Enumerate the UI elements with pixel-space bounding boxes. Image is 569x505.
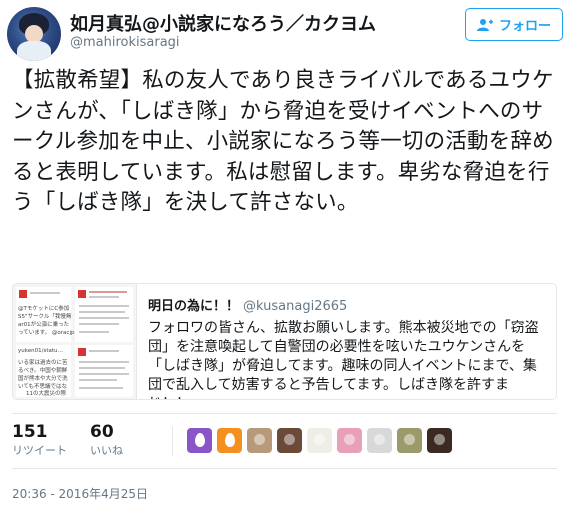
liker-avatar[interactable] <box>337 428 362 453</box>
quoted-author-handle[interactable]: @kusanagi2665 <box>243 299 347 314</box>
stats-divider <box>172 426 173 456</box>
thumb-text: yuken01/statu… <box>18 348 63 354</box>
like-stat[interactable]: 60 いいね <box>90 422 123 458</box>
tweet-text: 【拡散希望】私の友人であり良きライバルであるユウケンさんが、「しばき隊」から脅迫… <box>12 68 554 215</box>
thumb-text: るべき。中国や朝鮮 <box>18 368 68 374</box>
liker-avatar[interactable] <box>367 428 392 453</box>
like-label: いいね <box>90 444 123 457</box>
retweet-label: リツイート <box>12 444 67 457</box>
quoted-author-name[interactable]: 明日の為に！！ <box>148 299 239 314</box>
liker-avatar[interactable] <box>307 428 332 453</box>
quoted-tweet-header: 明日の為に！！ @kusanagi2665 <box>148 295 347 314</box>
thumb-text: @TモケットにC参加 <box>18 306 70 312</box>
liker-avatar[interactable] <box>397 428 422 453</box>
thumb-text: S5"サークル「我慢無 <box>18 314 72 320</box>
add-user-icon <box>476 18 493 31</box>
follow-button-label: フォロー <box>498 19 551 34</box>
quoted-tweet-card[interactable]: @TモケットにC参加 S5"サークル「我慢無 ar01が公演に乗った っています… <box>12 283 557 400</box>
tweet-timestamp[interactable]: 20:36 - 2016年4月25日 <box>12 485 148 502</box>
thumb-text: ar01が公演に乗った <box>18 322 70 328</box>
thumb-text: いる家は過去のに苦 <box>18 360 68 366</box>
retweet-count: 151 <box>12 422 48 442</box>
author-avatar[interactable] <box>7 7 61 61</box>
divider <box>12 468 557 469</box>
thumb-text: 11の大震災の際 <box>26 391 66 397</box>
divider <box>12 413 557 414</box>
author-name[interactable]: 如月真弘@小説家になろう／カクヨム <box>70 10 376 36</box>
liker-avatar[interactable] <box>427 428 452 453</box>
quoted-tweet-thumbnail[interactable]: @TモケットにC参加 S5"サークル「我慢無 ar01が公演に乗った っています… <box>13 284 137 399</box>
liker-avatar[interactable] <box>187 428 212 453</box>
liker-avatar[interactable] <box>247 428 272 453</box>
liker-avatar[interactable] <box>217 428 242 453</box>
like-count: 60 <box>90 422 114 442</box>
follow-button[interactable]: フォロー <box>465 8 563 41</box>
thumb-text: 国が熊本や大分で洗 <box>18 376 68 382</box>
author-handle[interactable]: @mahirokisaragi <box>70 35 180 50</box>
thumb-text: っています。 @oracjp <box>18 330 75 336</box>
liker-avatar[interactable] <box>277 428 302 453</box>
quoted-tweet-text: フォロワの皆さん、拡散お願いします。熊本被災地での「窃盗団」を注意喚起して自警団… <box>148 320 539 399</box>
egg-icon <box>195 433 205 447</box>
egg-icon <box>225 433 235 447</box>
retweet-stat[interactable]: 151 リツイート <box>12 422 67 458</box>
